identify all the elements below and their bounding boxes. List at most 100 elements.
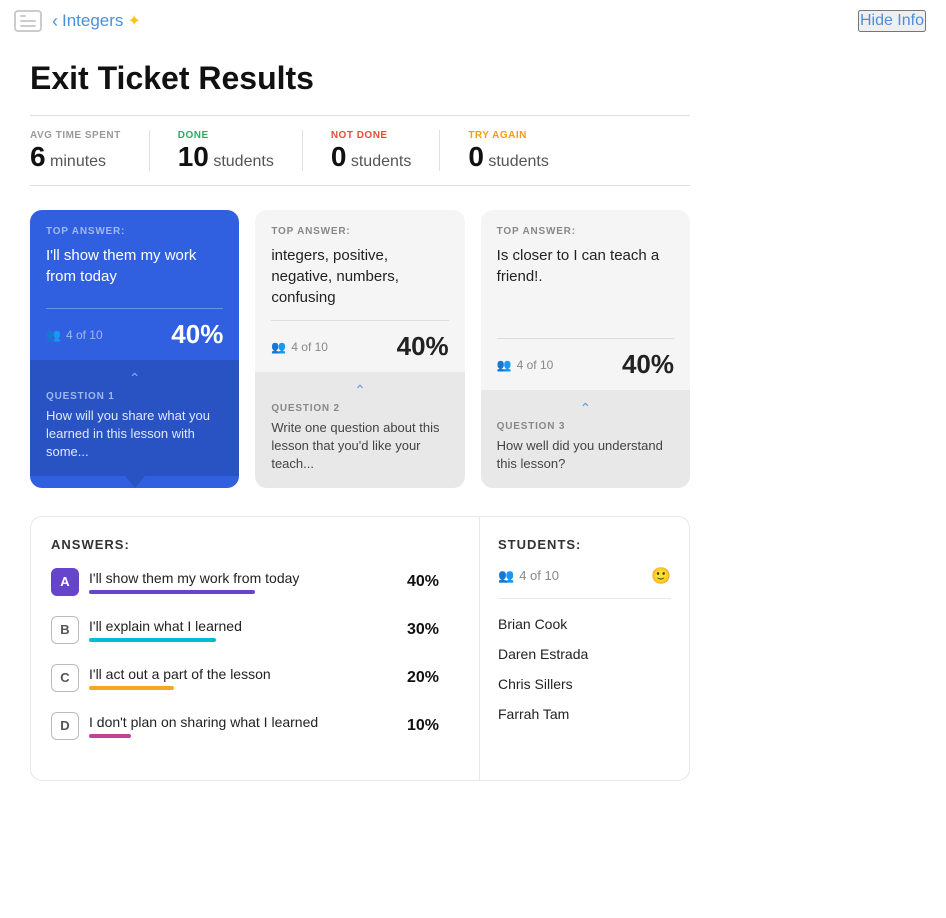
answer-item-A: A I'll show them my work from today 40%	[51, 568, 439, 596]
card-stats: 👥 4 of 10 40%	[30, 309, 239, 360]
students-count-value: 4 of 10	[519, 568, 559, 583]
answer-percentage: 40%	[401, 573, 439, 591]
people-icon: 👥	[498, 568, 514, 584]
answer-text-block: I'll show them my work from today	[89, 570, 391, 594]
students-divider	[498, 598, 671, 599]
card-top-label: TOP ANSWER:	[497, 226, 674, 237]
answer-bar	[89, 590, 255, 594]
answer-letter-D: D	[51, 712, 79, 740]
stat-label: AVG TIME SPENT	[30, 130, 121, 141]
card-bottom: ⌃ QUESTION 1 How will you share what you…	[30, 360, 239, 476]
people-icon: 👥	[46, 328, 61, 342]
answers-header: ANSWERS:	[51, 537, 439, 552]
stat-item-1: DONE 10 students	[178, 130, 303, 171]
top-bar: ‹ Integers ✦ Hide Info	[0, 0, 946, 42]
students-count: 4 of 10	[66, 328, 103, 342]
stat-item-3: TRY AGAIN 0 students	[468, 130, 577, 171]
answer-letter-C: C	[51, 664, 79, 692]
card-bottom: ⌃ QUESTION 3 How well did you understand…	[481, 390, 690, 487]
stat-item-2: NOT DONE 0 students	[331, 130, 441, 171]
answers-students-row: ANSWERS: A I'll show them my work from t…	[30, 516, 690, 781]
people-icon: 👥	[497, 358, 512, 372]
card-answer: I'll show them my work from today	[46, 245, 223, 287]
card-q-text: How will you share what you learned in t…	[46, 407, 223, 462]
answer-bar	[89, 734, 131, 738]
stat-label: TRY AGAIN	[468, 130, 549, 141]
hide-info-button[interactable]: Hide Info	[858, 10, 926, 32]
answer-text: I don't plan on sharing what I learned	[89, 714, 391, 730]
stat-label: NOT DONE	[331, 130, 412, 141]
card-q-label: QUESTION 3	[497, 421, 674, 432]
card-top: TOP ANSWER: Is closer to I can teach a f…	[481, 210, 690, 338]
students-list: Brian CookDaren EstradaChris SillersFarr…	[498, 609, 671, 729]
answer-text: I'll explain what I learned	[89, 618, 391, 634]
answer-letter-A: A	[51, 568, 79, 596]
students-header: STUDENTS:	[498, 537, 671, 552]
card-percentage: 40%	[397, 331, 449, 362]
sidebar-toggle-icon[interactable]	[14, 10, 42, 32]
students-count: 👥 4 of 10	[498, 568, 559, 584]
answer-text: I'll act out a part of the lesson	[89, 666, 391, 682]
back-label: Integers	[62, 11, 123, 31]
sparkle-icon: ✦	[127, 11, 140, 31]
answer-percentage: 10%	[401, 717, 439, 735]
answer-item-B: B I'll explain what I learned 30%	[51, 616, 439, 644]
students-panel: STUDENTS: 👥 4 of 10 🙂 Brian CookDaren Es…	[479, 517, 689, 780]
stat-value: 0 students	[468, 143, 549, 171]
back-button[interactable]: ‹ Integers ✦	[52, 11, 141, 32]
student-name-2: Chris Sillers	[498, 669, 671, 699]
back-chevron-icon: ‹	[52, 11, 58, 32]
top-bar-left: ‹ Integers ✦	[14, 10, 141, 32]
card-top: TOP ANSWER: I'll show them my work from …	[30, 210, 239, 308]
card-q-label: QUESTION 2	[271, 403, 448, 414]
card-stats: 👥 4 of 10 40%	[255, 321, 464, 372]
answer-bar	[89, 638, 216, 642]
stat-item-0: AVG TIME SPENT 6 minutes	[30, 130, 150, 171]
answer-text: I'll show them my work from today	[89, 570, 391, 586]
smiley-icon[interactable]: 🙂	[651, 566, 671, 586]
stat-label: DONE	[178, 130, 274, 141]
card-q-label: QUESTION 1	[46, 391, 223, 402]
stat-value: 0 students	[331, 143, 412, 171]
answers-list: A I'll show them my work from today 40% …	[51, 568, 439, 740]
card-q-text: How well did you understand this lesson?	[497, 437, 674, 473]
question-card-2[interactable]: TOP ANSWER: integers, positive, negative…	[255, 210, 464, 488]
card-bottom: ⌃ QUESTION 2 Write one question about th…	[255, 372, 464, 488]
card-top-label: TOP ANSWER:	[271, 226, 448, 237]
card-students: 👥 4 of 10	[271, 340, 328, 354]
main-content: Exit Ticket Results AVG TIME SPENT 6 min…	[0, 42, 720, 811]
card-students: 👥 4 of 10	[497, 358, 554, 372]
stats-row: AVG TIME SPENT 6 minutes DONE 10 student…	[30, 115, 690, 186]
card-students: 👥 4 of 10	[46, 328, 103, 342]
answer-bar	[89, 686, 174, 690]
question-card-3[interactable]: TOP ANSWER: Is closer to I can teach a f…	[481, 210, 690, 488]
chevron-up-icon: ⌃	[271, 382, 448, 399]
answer-text-block: I'll explain what I learned	[89, 618, 391, 642]
answer-text-block: I'll act out a part of the lesson	[89, 666, 391, 690]
card-percentage: 40%	[622, 349, 674, 380]
card-top-label: TOP ANSWER:	[46, 226, 223, 237]
stat-value: 6 minutes	[30, 143, 121, 171]
page-title: Exit Ticket Results	[30, 60, 690, 97]
student-name-1: Daren Estrada	[498, 639, 671, 669]
card-pointer	[125, 476, 145, 488]
card-percentage: 40%	[171, 319, 223, 350]
answers-panel: ANSWERS: A I'll show them my work from t…	[31, 517, 459, 780]
answer-letter-B: B	[51, 616, 79, 644]
card-top: TOP ANSWER: integers, positive, negative…	[255, 210, 464, 320]
stat-value: 10 students	[178, 143, 274, 171]
students-count-row: 👥 4 of 10 🙂	[498, 566, 671, 586]
questions-row: TOP ANSWER: I'll show them my work from …	[30, 210, 690, 488]
answer-text-block: I don't plan on sharing what I learned	[89, 714, 391, 738]
question-card-1[interactable]: TOP ANSWER: I'll show them my work from …	[30, 210, 239, 488]
card-answer: integers, positive, negative, numbers, c…	[271, 245, 448, 308]
people-icon: 👥	[271, 340, 286, 354]
student-name-3: Farrah Tam	[498, 699, 671, 729]
answer-item-D: D I don't plan on sharing what I learned…	[51, 712, 439, 740]
chevron-up-icon: ⌃	[497, 400, 674, 417]
card-q-text: Write one question about this lesson tha…	[271, 419, 448, 474]
chevron-up-icon: ⌃	[46, 370, 223, 387]
answer-percentage: 20%	[401, 669, 439, 687]
answer-item-C: C I'll act out a part of the lesson 20%	[51, 664, 439, 692]
student-name-0: Brian Cook	[498, 609, 671, 639]
